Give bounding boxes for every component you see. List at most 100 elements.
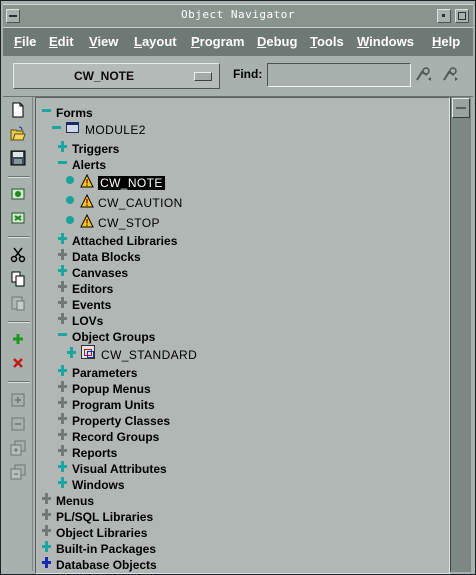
menu-view[interactable]: View xyxy=(89,34,118,49)
tree-node-menus[interactable]: Menus xyxy=(41,490,94,508)
expand-node-icon[interactable] xyxy=(57,474,69,490)
tree-node-popup-menus[interactable]: Popup Menus xyxy=(57,378,151,396)
menu-windows[interactable]: Windows xyxy=(357,34,414,49)
expand-node-icon[interactable] xyxy=(57,426,69,442)
tree-node-label: MODULE2 xyxy=(85,123,146,137)
maximize-icon[interactable] xyxy=(455,9,469,23)
expand-node-icon[interactable] xyxy=(57,294,69,310)
scrollbar-thumb[interactable] xyxy=(452,98,470,118)
tree-node-triggers[interactable]: Triggers xyxy=(57,138,119,156)
expand-node-icon[interactable] xyxy=(41,554,53,570)
alert-warning-icon xyxy=(80,173,94,192)
collapse-node-icon[interactable] xyxy=(51,119,63,135)
expand-node-icon[interactable] xyxy=(57,310,69,326)
paste-icon[interactable] xyxy=(9,295,27,313)
tree-node-cw-stop[interactable]: CW_STOP xyxy=(66,212,160,230)
new-icon[interactable] xyxy=(9,102,27,120)
tree-node-cw-caution[interactable]: CW_CAUTION xyxy=(66,192,183,210)
tree-node-alerts[interactable]: Alerts xyxy=(57,154,107,172)
tree-node-object-groups[interactable]: Object Groups xyxy=(57,326,156,344)
tree-node-builtin-packages[interactable]: Built-in Packages xyxy=(41,538,156,556)
expand-icon[interactable] xyxy=(9,392,27,410)
search-backward-icon[interactable] xyxy=(441,66,459,84)
collapse-all-icon[interactable] xyxy=(9,464,27,482)
tree-node-label: CW_STANDARD xyxy=(101,348,198,362)
tree-node-label: Alerts xyxy=(72,158,107,172)
form-module-icon xyxy=(66,122,79,133)
expand-node-icon[interactable] xyxy=(41,506,53,522)
cut-icon[interactable] xyxy=(9,247,27,265)
collapse-node-icon[interactable] xyxy=(41,102,53,118)
object-toolbar xyxy=(4,97,33,571)
tree-node-lovs[interactable]: LOVs xyxy=(57,310,103,328)
tree-node-property-classes[interactable]: Property Classes xyxy=(57,410,170,428)
tree-node-parameters[interactable]: Parameters xyxy=(57,362,137,380)
find-input[interactable] xyxy=(267,63,411,87)
expand-node-icon[interactable] xyxy=(57,394,69,410)
node-bullet-icon xyxy=(66,176,74,184)
expand-node-icon[interactable] xyxy=(57,410,69,426)
dropdown-arrow-icon[interactable] xyxy=(194,72,212,81)
expand-node-icon[interactable] xyxy=(57,138,69,154)
menu-program[interactable]: Program xyxy=(191,34,244,49)
menu-debug[interactable]: Debug xyxy=(257,34,297,49)
tree-node-cw-standard[interactable]: CW_STANDARD xyxy=(66,344,198,362)
tree-node-visual-attributes[interactable]: Visual Attributes xyxy=(57,458,167,476)
copy-icon[interactable] xyxy=(9,271,27,289)
debug-icon[interactable] xyxy=(9,210,27,228)
menu-edit[interactable]: Edit xyxy=(49,34,74,49)
tree-node-attached-libraries[interactable]: Attached Libraries xyxy=(57,230,177,248)
menu-tools[interactable]: Tools xyxy=(310,34,344,49)
expand-node-icon[interactable] xyxy=(57,278,69,294)
window-title: Object Navigator xyxy=(181,8,295,21)
open-icon[interactable] xyxy=(9,126,27,144)
tree-node-database-objects[interactable]: Database Objects xyxy=(41,554,157,572)
expand-node-icon[interactable] xyxy=(57,442,69,458)
expand-node-icon[interactable] xyxy=(57,362,69,378)
expand-node-icon[interactable] xyxy=(41,522,53,538)
tree-node-plsql-libraries[interactable]: PL/SQL Libraries xyxy=(41,506,153,524)
tree-node-module[interactable]: MODULE2 xyxy=(51,119,146,137)
expand-all-icon[interactable] xyxy=(9,440,27,458)
create-icon[interactable] xyxy=(9,331,27,349)
expand-node-icon[interactable] xyxy=(57,262,69,278)
minimize-icon[interactable] xyxy=(437,9,451,23)
delete-icon[interactable] xyxy=(9,355,27,373)
tree-node-program-units[interactable]: Program Units xyxy=(57,394,155,412)
tree-node-windows[interactable]: Windows xyxy=(57,474,125,492)
expand-node-icon[interactable] xyxy=(57,246,69,262)
expand-node-icon[interactable] xyxy=(41,490,53,506)
tree-node-label: CW_CAUTION xyxy=(98,196,183,210)
tree-node-object-libraries[interactable]: Object Libraries xyxy=(41,522,147,540)
tree-node-label: Forms xyxy=(56,106,93,120)
expand-node-icon[interactable] xyxy=(57,458,69,474)
expand-node-icon[interactable] xyxy=(66,344,78,360)
tree-node-editors[interactable]: Editors xyxy=(57,278,113,296)
collapse-icon[interactable] xyxy=(9,416,27,434)
collapse-node-icon[interactable] xyxy=(57,326,69,342)
expand-node-icon[interactable] xyxy=(57,230,69,246)
object-tree: Forms MODULE2 Triggers Alerts CW_NOTE CW… xyxy=(35,97,450,574)
expand-node-icon[interactable] xyxy=(41,538,53,554)
tree-node-record-groups[interactable]: Record Groups xyxy=(57,426,159,444)
tree-node-cw-note[interactable]: CW_NOTE xyxy=(66,172,165,190)
tree-node-data-blocks[interactable]: Data Blocks xyxy=(57,246,141,264)
menu-layout[interactable]: Layout xyxy=(134,34,177,49)
menu-help[interactable]: Help xyxy=(432,34,460,49)
menu-file[interactable]: File xyxy=(14,34,36,49)
toolbar-separator xyxy=(8,381,30,383)
title-bar[interactable]: Object Navigator xyxy=(3,4,473,28)
tree-node-events[interactable]: Events xyxy=(57,294,111,312)
tree-node-label: Object Groups xyxy=(72,330,156,344)
tree-node-forms[interactable]: Forms xyxy=(41,102,93,120)
context-dropdown[interactable]: CW_NOTE xyxy=(13,63,220,89)
collapse-node-icon[interactable] xyxy=(57,154,69,170)
run-form-icon[interactable] xyxy=(9,186,27,204)
expand-node-icon[interactable] xyxy=(57,378,69,394)
tree-node-reports[interactable]: Reports xyxy=(57,442,117,460)
context-dropdown-value: CW_NOTE xyxy=(74,69,134,83)
vertical-scrollbar[interactable] xyxy=(450,97,471,572)
search-forward-icon[interactable] xyxy=(414,66,432,84)
tree-node-canvases[interactable]: Canvases xyxy=(57,262,128,280)
save-icon[interactable] xyxy=(9,150,27,168)
